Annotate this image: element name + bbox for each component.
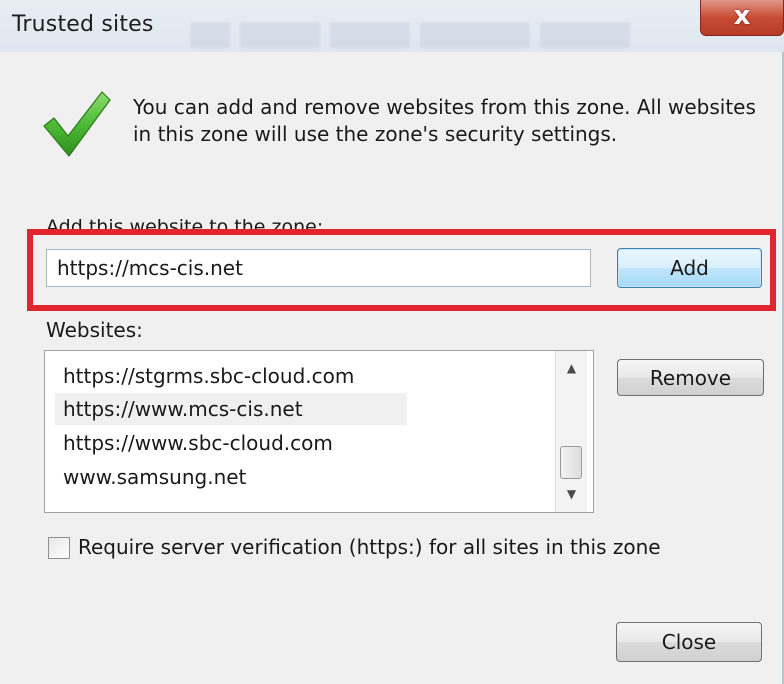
- websites-scrollbar[interactable]: ▲ ▼: [555, 351, 587, 512]
- list-item[interactable]: https://www.mcs-cis.net: [55, 393, 407, 425]
- background-tabs: [190, 22, 690, 48]
- background-tab: [420, 22, 530, 48]
- add-website-label: Add this website to the zone:: [46, 216, 324, 229]
- background-tab: [540, 22, 630, 48]
- highlight-annotation: [27, 229, 776, 311]
- remove-button[interactable]: Remove: [617, 359, 764, 396]
- websites-label: Websites:: [46, 318, 143, 342]
- background-tab: [190, 22, 230, 48]
- scroll-up-icon[interactable]: ▲: [556, 357, 587, 379]
- scroll-thumb[interactable]: [560, 446, 582, 479]
- window-close-button[interactable]: x: [700, 0, 784, 36]
- background-tab: [240, 22, 320, 48]
- close-button[interactable]: Close: [616, 622, 762, 662]
- list-item[interactable]: https://stgrms.sbc-cloud.com: [55, 360, 362, 392]
- require-verification-checkbox[interactable]: [48, 537, 70, 559]
- background-tab: [330, 22, 410, 48]
- window-title: Trusted sites: [12, 12, 154, 37]
- scroll-down-icon[interactable]: ▼: [556, 483, 587, 505]
- title-bar: Trusted sites x: [0, 0, 784, 52]
- checkmark-icon: [43, 91, 111, 157]
- intro-text: You can add and remove websites from thi…: [133, 95, 756, 146]
- trusted-sites-dialog: Trusted sites x You can add and remove w…: [0, 0, 784, 684]
- list-item[interactable]: www.samsung.net: [55, 461, 254, 493]
- close-icon: x: [733, 1, 751, 31]
- list-item[interactable]: https://www.sbc-cloud.com: [55, 427, 341, 459]
- websites-list[interactable]: https://stgrms.sbc-cloud.com https://www…: [44, 350, 594, 513]
- require-verification-label[interactable]: Require server verification (https:) for…: [78, 535, 661, 559]
